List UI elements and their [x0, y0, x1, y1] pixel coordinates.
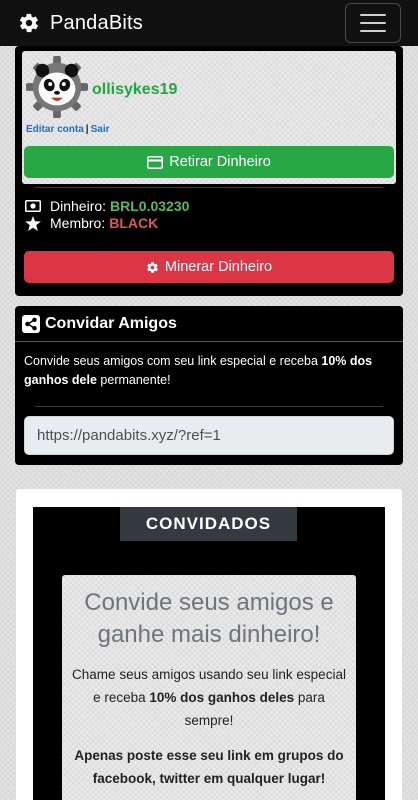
panda-avatar: [26, 56, 88, 118]
profile-links: Editar conta | Sair: [26, 124, 110, 135]
invite-text-end: permanente!: [96, 373, 171, 388]
divider: [35, 406, 383, 407]
money-row: Dinheiro: BRL0.03230: [25, 198, 189, 214]
gear-icon: [19, 13, 39, 33]
profile-card: ollisykes19 Editar conta | Sair Retirar Di…: [15, 46, 403, 296]
username: ollisykes19: [92, 81, 178, 98]
hamburger-menu-icon: [360, 14, 386, 16]
invited-info-box: Convide seus amigos e ganhe mais dinheir…: [62, 575, 356, 800]
invited-tag: CONVIDADOS: [120, 507, 297, 541]
invited-card: CONVIDADOS Convide seus amigos e ganhe m…: [15, 488, 403, 800]
invited-description: Chame seus amigos usando seu link especi…: [72, 664, 346, 733]
hamburger-menu-button[interactable]: [345, 3, 401, 43]
star-icon: [25, 215, 41, 231]
top-navbar: PandaBits: [0, 0, 418, 46]
withdraw-money-button[interactable]: Retirar Dinheiro: [24, 146, 394, 178]
member-value: BLACK: [109, 215, 159, 231]
money-bill-icon: [25, 200, 41, 212]
mine-money-button[interactable]: Minerar Dinheiro: [24, 251, 394, 283]
brand-name: PandaBits: [50, 11, 143, 34]
share-icon: [22, 314, 40, 333]
credit-card-icon: [147, 155, 164, 169]
invite-text-start: Convide seus amigos com seu link especia…: [24, 354, 322, 368]
withdraw-money-label: Retirar Dinheiro: [169, 154, 271, 170]
logout-link[interactable]: Sair: [91, 124, 110, 135]
invited-panel: CONVIDADOS Convide seus amigos e ganhe m…: [33, 507, 385, 800]
invited-heading: Convide seus amigos e ganhe mais dinheir…: [84, 589, 334, 648]
gear-icon: [147, 261, 158, 273]
invite-card: Convidar Amigos Convide seus amigos com …: [15, 306, 403, 465]
referral-link-input[interactable]: [24, 416, 394, 455]
invited-instruction: Apenas poste esse seu link em grupos do …: [74, 748, 344, 787]
edit-account-link[interactable]: Editar conta: [26, 124, 84, 135]
member-row: Membro: BLACK: [25, 215, 158, 231]
divider: [35, 187, 383, 188]
invite-title: Convidar Amigos: [45, 314, 177, 332]
mine-money-label: Minerar Dinheiro: [164, 259, 273, 275]
money-value: BRL0.03230: [110, 198, 190, 214]
link-separator: |: [85, 124, 89, 135]
invite-description: Convide seus amigos com seu link especia…: [24, 352, 394, 391]
money-label: Dinheiro:: [50, 198, 107, 214]
member-label: Membro:: [50, 215, 106, 231]
invite-card-header: Convidar Amigos: [15, 306, 403, 342]
brand-link[interactable]: PandaBits: [18, 12, 143, 35]
invited-text-bold: 10% dos ganhos deles: [149, 690, 295, 706]
